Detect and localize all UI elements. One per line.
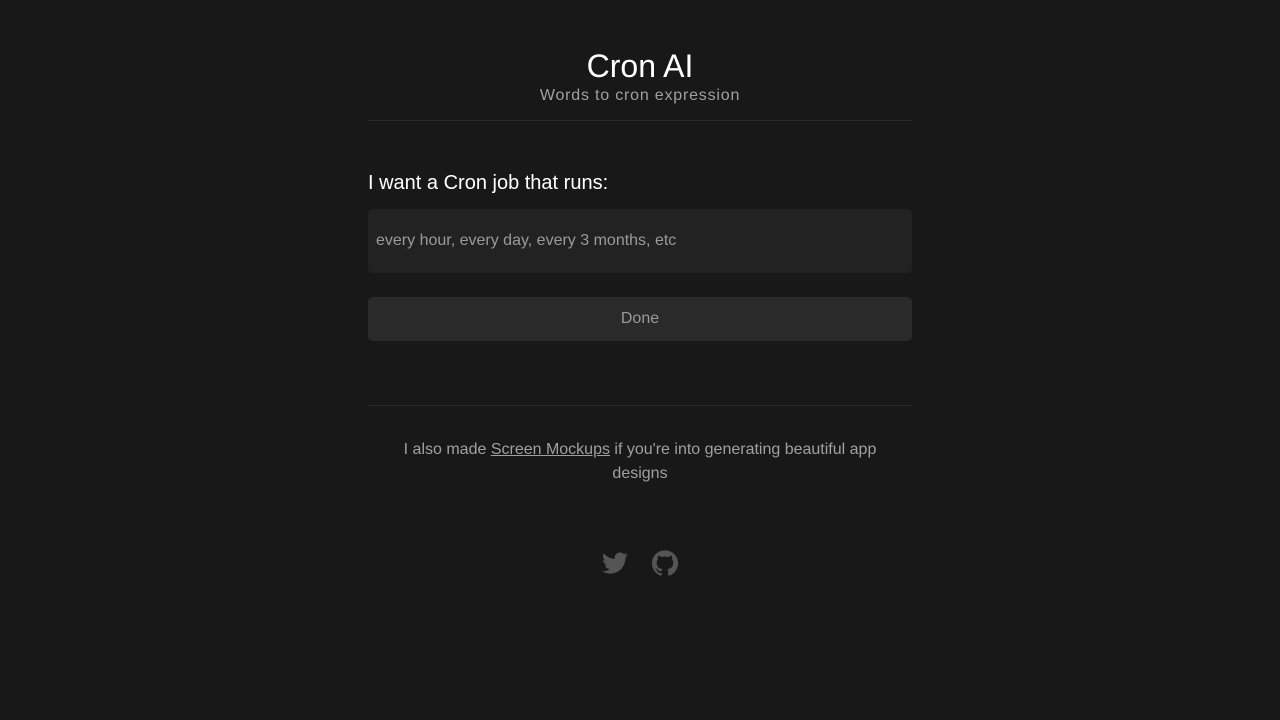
cron-form: I want a Cron job that runs: Done [368,169,912,341]
twitter-icon [602,552,628,574]
social-links [368,550,912,576]
screen-mockups-link[interactable]: Screen Mockups [491,441,610,458]
promo-prefix: I also made [403,441,491,458]
prompt-label: I want a Cron job that runs: [368,172,609,194]
twitter-link[interactable] [602,550,628,576]
schedule-input[interactable] [368,209,912,273]
github-link[interactable] [652,550,678,576]
promo-text: I also made Screen Mockups if you're int… [368,438,912,486]
page-title: Cron AI [586,48,694,84]
page-subtitle: Words to cron expression [539,87,741,104]
promo-suffix: if you're into generating beautiful app … [609,441,877,482]
main-container: Cron AI Words to cron expression I want … [368,0,912,576]
footer-divider [368,405,912,406]
done-button[interactable]: Done [368,297,912,341]
github-icon [652,550,678,576]
page-header: Cron AI Words to cron expression [368,0,912,121]
